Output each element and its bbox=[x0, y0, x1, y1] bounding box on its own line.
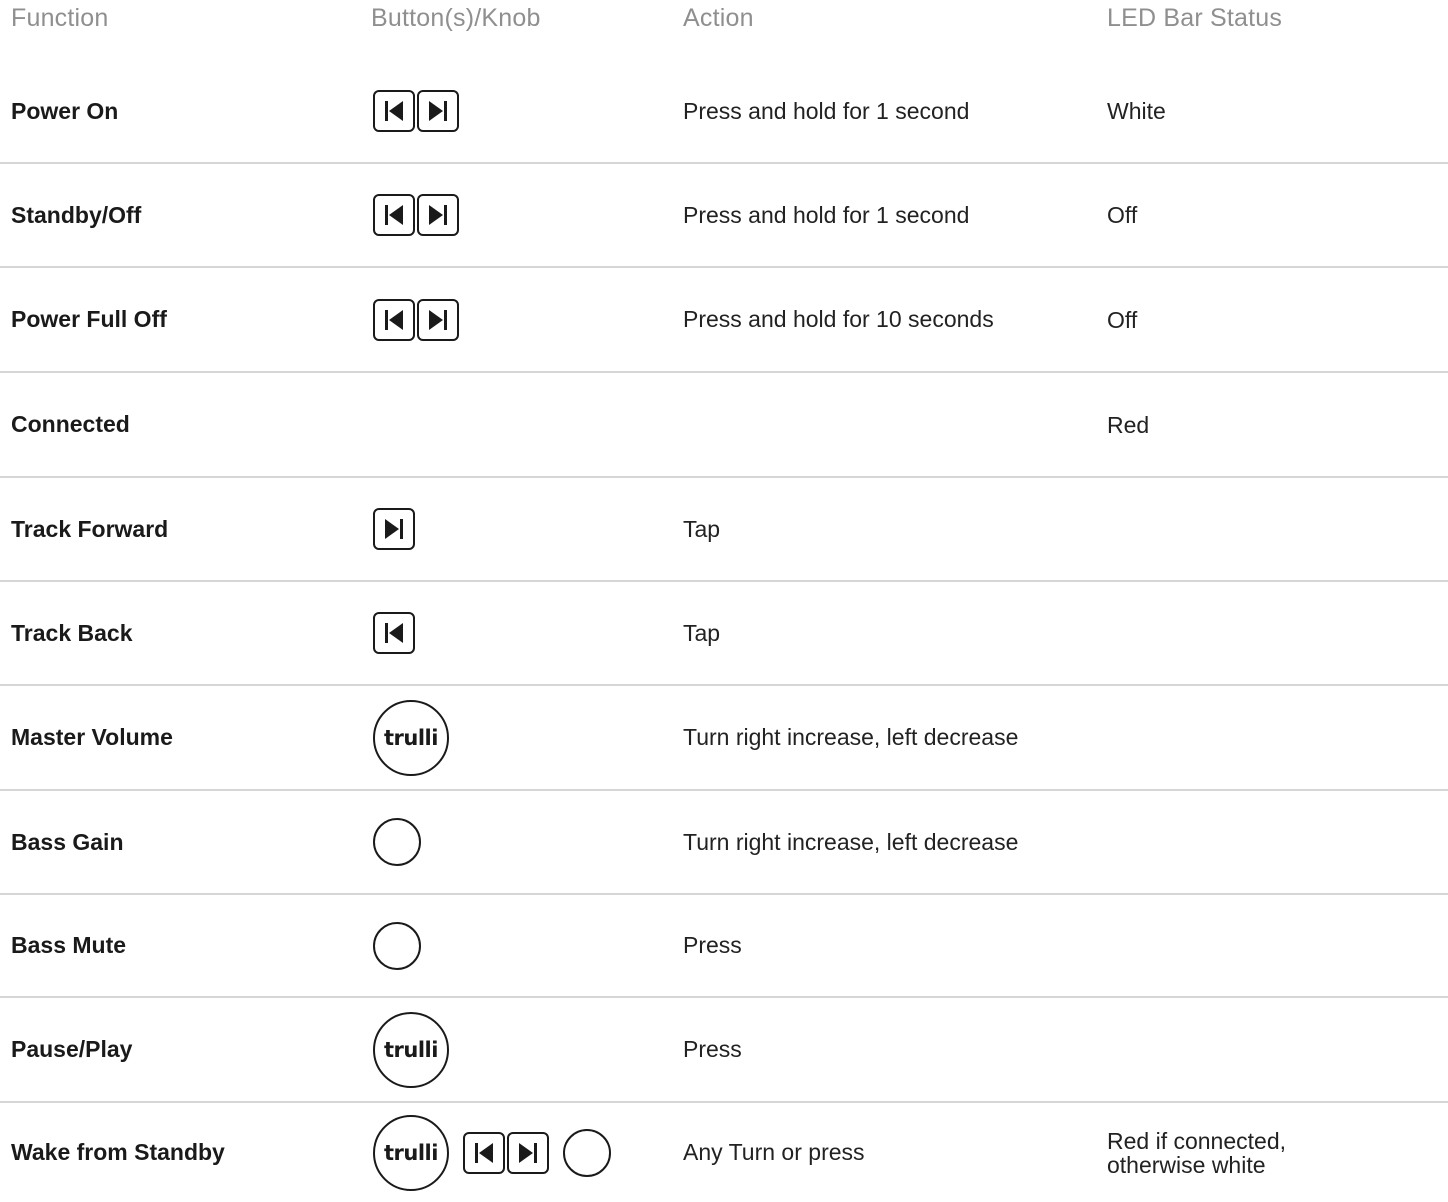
function-label: Bass Mute bbox=[11, 932, 127, 958]
skip-forward-icon bbox=[417, 90, 459, 132]
function-label: Connected bbox=[11, 411, 130, 437]
function-label: Bass Gain bbox=[11, 828, 124, 855]
function-label: Track Back bbox=[11, 619, 133, 646]
prev-next-buttons bbox=[373, 194, 459, 236]
table-row: Power On Press and hold for 1 second Whi… bbox=[0, 60, 1448, 164]
all-controls-group: trulli bbox=[373, 1114, 611, 1191]
prev-next-buttons bbox=[373, 90, 459, 132]
table-row: Wake from Standby trulli Any Turn or pre… bbox=[0, 1103, 1448, 1202]
knob-logo: trulli bbox=[384, 1037, 438, 1062]
controls-cell bbox=[373, 268, 459, 371]
led-status: White bbox=[1107, 98, 1166, 124]
table-row: Connected Red bbox=[0, 373, 1448, 478]
action-text: Press and hold for 1 second bbox=[683, 201, 970, 228]
table-row: Pause/Play trulli Press bbox=[0, 998, 1448, 1103]
controls-cell bbox=[373, 791, 421, 893]
led-status-line1: Red if connected, bbox=[1107, 1127, 1287, 1154]
function-label: Power Full Off bbox=[11, 306, 167, 332]
skip-forward-icon bbox=[507, 1131, 549, 1174]
skip-forward-icon bbox=[373, 508, 415, 550]
table-header: Function Button(s)/Knob Action LED Bar S… bbox=[0, 0, 1448, 40]
function-label: Track Forward bbox=[11, 515, 169, 542]
controls-cell: trulli bbox=[373, 1103, 611, 1202]
led-status: Red if connected, otherwise white bbox=[1107, 1103, 1286, 1202]
skip-forward-icon bbox=[417, 298, 459, 341]
skip-forward-icon bbox=[417, 194, 459, 236]
trulli-knob-icon: trulli bbox=[373, 1011, 449, 1088]
table-row: Bass Gain Turn right increase, left decr… bbox=[0, 791, 1448, 895]
skip-back-icon bbox=[373, 90, 415, 132]
prev-next-buttons bbox=[463, 1131, 549, 1174]
controls-cell: trulli bbox=[373, 998, 449, 1101]
knob-logo: trulli bbox=[384, 1140, 438, 1165]
action-text: Any Turn or press bbox=[683, 1139, 865, 1165]
function-label: Pause/Play bbox=[11, 1036, 133, 1062]
controls-cell bbox=[373, 478, 415, 580]
function-label: Standby/Off bbox=[11, 201, 142, 228]
function-label: Master Volume bbox=[11, 724, 173, 750]
table-row: Standby/Off Press and hold for 1 second … bbox=[0, 164, 1448, 268]
table-row: Track Forward Tap bbox=[0, 478, 1448, 582]
led-status-line2: otherwise white bbox=[1107, 1151, 1266, 1178]
function-label: Wake from Standby bbox=[11, 1139, 225, 1165]
knob-icon bbox=[373, 921, 421, 970]
action-text: Press bbox=[683, 932, 742, 958]
action-text: Tap bbox=[683, 619, 721, 646]
skip-back-icon bbox=[373, 194, 415, 236]
table-row: Bass Mute Press bbox=[0, 895, 1448, 998]
function-label: Power On bbox=[11, 97, 119, 124]
controls-cell bbox=[373, 164, 459, 266]
action-text: Turn right increase, left decrease bbox=[683, 828, 1019, 855]
table-row: Track Back Tap bbox=[0, 582, 1448, 686]
led-status: Red bbox=[1107, 411, 1150, 438]
action-text: Tap bbox=[683, 515, 721, 542]
controls-cell bbox=[373, 60, 459, 162]
skip-back-icon bbox=[373, 298, 415, 341]
skip-back-icon bbox=[463, 1131, 505, 1174]
prev-next-buttons bbox=[373, 298, 459, 341]
header-action: Action bbox=[683, 4, 754, 32]
controls-cell bbox=[373, 582, 415, 684]
skip-back-icon bbox=[373, 612, 415, 654]
trulli-knob-icon: trulli bbox=[373, 699, 449, 776]
header-buttons: Button(s)/Knob bbox=[371, 4, 541, 32]
header-function: Function bbox=[11, 4, 109, 32]
knob-logo: trulli bbox=[384, 725, 438, 750]
led-status: Off bbox=[1107, 202, 1138, 228]
knob-icon bbox=[563, 1128, 611, 1177]
knob-icon bbox=[373, 818, 421, 866]
controls-cell bbox=[373, 895, 421, 996]
table-row: Master Volume trulli Turn right increase… bbox=[0, 686, 1448, 791]
trulli-knob-icon: trulli bbox=[373, 1114, 449, 1191]
action-text: Press and hold for 10 seconds bbox=[683, 306, 994, 332]
action-text: Turn right increase, left decrease bbox=[683, 724, 1019, 750]
header-led-status: LED Bar Status bbox=[1107, 4, 1283, 32]
table-row: Power Full Off Press and hold for 10 sec… bbox=[0, 268, 1448, 373]
controls-cell: trulli bbox=[373, 686, 449, 789]
action-text: Press and hold for 1 second bbox=[683, 97, 970, 124]
led-status: Off bbox=[1107, 306, 1138, 333]
action-text: Press bbox=[683, 1036, 742, 1062]
